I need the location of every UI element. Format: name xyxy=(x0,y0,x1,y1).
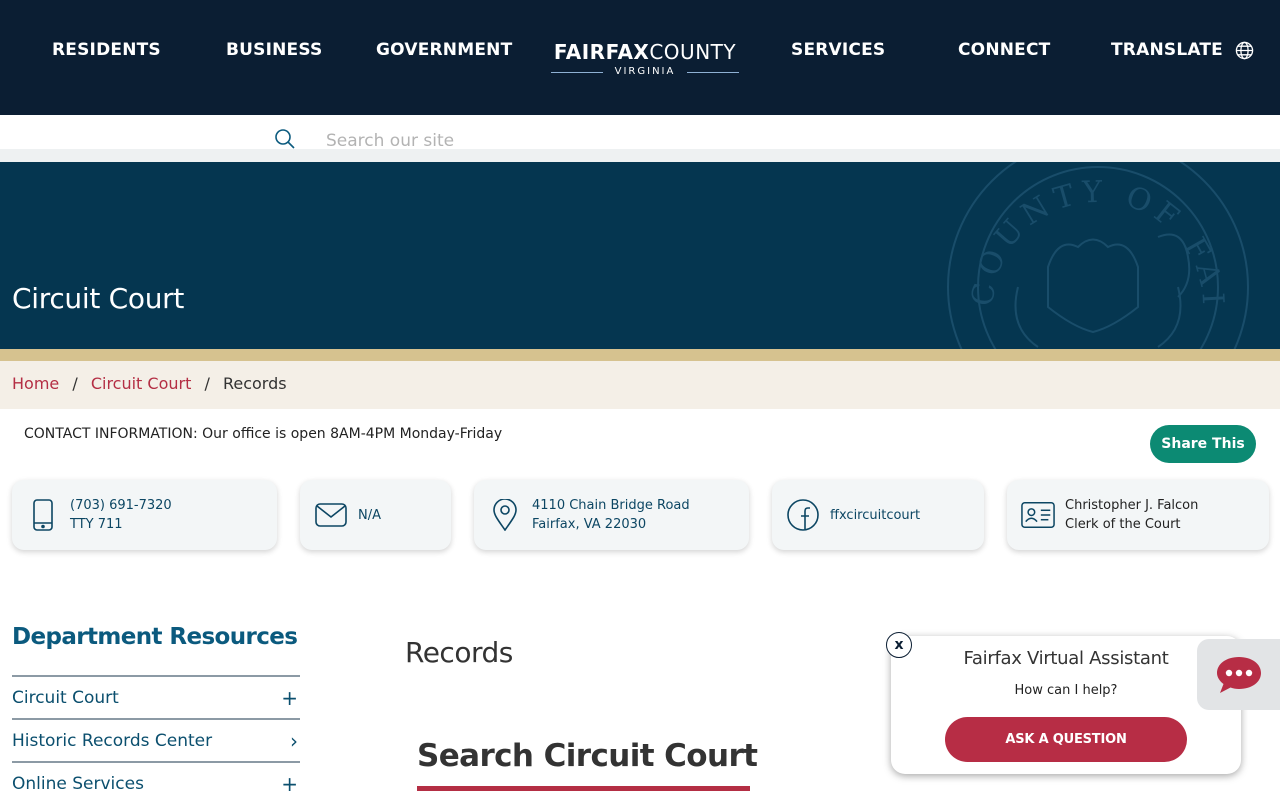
share-this-button[interactable]: Share This xyxy=(1150,425,1256,463)
id-card-icon xyxy=(1021,501,1055,529)
globe-icon xyxy=(1235,41,1254,59)
sidebar-item-label: Online Services xyxy=(12,773,144,794)
nav-services[interactable]: SERVICES xyxy=(791,40,885,60)
chat-bubble-icon xyxy=(1216,656,1261,693)
seal-text: COUNTY OF FAIRFAX xyxy=(938,162,1230,311)
search-circuit-court-heading: Search Circuit Court xyxy=(417,738,758,774)
breadcrumb-separator: / xyxy=(72,374,78,393)
nav-translate[interactable]: TRANSLATE xyxy=(1111,40,1254,60)
phone-icon xyxy=(33,499,53,531)
page-banner: COUNTY OF FAIRFAX Circuit Court xyxy=(0,162,1280,349)
breadcrumb: Home / Circuit Court / Records xyxy=(0,361,1280,409)
sidebar-item-label: Circuit Court xyxy=(12,687,119,708)
virtual-assistant-title: Fairfax Virtual Assistant xyxy=(963,648,1169,669)
sidebar-item-online-services[interactable]: Online Services + xyxy=(12,761,300,800)
nav-government[interactable]: GOVERNMENT xyxy=(376,40,512,60)
email-value: N/A xyxy=(358,507,381,523)
clerk-name: Christopher J. Falcon xyxy=(1065,498,1199,513)
clerk-title: Clerk of the Court xyxy=(1065,517,1181,532)
sidebar-item-label: Historic Records Center xyxy=(12,730,213,751)
gold-divider xyxy=(0,349,1280,361)
phone-number[interactable]: (703) 691-7320 xyxy=(70,496,172,515)
nav-connect[interactable]: CONNECT xyxy=(958,40,1050,60)
breadcrumb-separator: / xyxy=(204,374,210,393)
top-navigation: RESIDENTS BUSINESS GOVERNMENT FAIRFAXCOU… xyxy=(0,0,1280,115)
facebook-icon xyxy=(787,499,819,531)
department-resources-title: Department Resources xyxy=(12,624,298,650)
contact-card-facebook[interactable]: ffxcircuitcourt xyxy=(772,480,984,550)
mail-icon xyxy=(315,503,347,527)
sidebar-item-circuit-court[interactable]: Circuit Court + xyxy=(12,675,300,718)
contact-information: CONTACT INFORMATION: Our office is open … xyxy=(24,426,503,442)
logo-light-text: COUNTY xyxy=(649,40,737,64)
address-street[interactable]: 4110 Chain Bridge Road xyxy=(532,496,690,515)
ask-a-question-button[interactable]: ASK A QUESTION xyxy=(945,717,1187,762)
virtual-assistant-prompt: How can I help? xyxy=(1014,683,1118,698)
nav-translate-label: TRANSLATE xyxy=(1111,40,1223,60)
search-input[interactable] xyxy=(326,128,926,154)
contact-card-address[interactable]: 4110 Chain Bridge Road Fairfax, VA 22030 xyxy=(474,480,749,550)
logo-bold-text: FAIRFAX xyxy=(553,40,650,64)
nav-business[interactable]: BUSINESS xyxy=(226,40,323,60)
contact-card-phone[interactable]: (703) 691-7320 TTY 711 xyxy=(12,480,277,550)
location-pin-icon xyxy=(493,499,517,531)
tty-number: TTY 711 xyxy=(70,517,123,532)
facebook-handle[interactable]: ffxcircuitcourt xyxy=(830,506,920,525)
nav-residents[interactable]: RESIDENTS xyxy=(52,40,161,60)
chevron-right-icon[interactable]: › xyxy=(290,729,298,753)
contact-card-email[interactable]: N/A xyxy=(300,480,451,550)
search-icon[interactable] xyxy=(274,128,296,150)
breadcrumb-current: Records xyxy=(222,374,287,393)
close-assistant-button[interactable]: x xyxy=(886,632,912,658)
plus-icon[interactable]: + xyxy=(281,686,298,710)
records-heading: Records xyxy=(405,636,513,669)
chat-launcher[interactable] xyxy=(1197,639,1280,710)
heading-underline xyxy=(417,786,750,791)
breadcrumb-circuit-court[interactable]: Circuit Court xyxy=(91,374,192,393)
contact-card-clerk[interactable]: Christopher J. Falcon Clerk of the Court xyxy=(1007,480,1269,550)
logo-wordmark: FAIRFAXCOUNTY xyxy=(549,40,741,64)
fairfax-county-logo[interactable]: FAIRFAXCOUNTY VIRGINIA xyxy=(549,40,741,82)
breadcrumb-home[interactable]: Home xyxy=(12,374,59,393)
page-title: Circuit Court xyxy=(12,282,185,315)
sidebar-item-historic-records-center[interactable]: Historic Records Center › xyxy=(12,718,300,761)
plus-icon[interactable]: + xyxy=(281,772,298,796)
county-seal-watermark: COUNTY OF FAIRFAX xyxy=(938,162,1249,349)
logo-subtitle: VIRGINIA xyxy=(549,66,741,78)
virtual-assistant-panel: Fairfax Virtual Assistant How can I help… xyxy=(891,636,1241,774)
address-city[interactable]: Fairfax, VA 22030 xyxy=(532,515,690,534)
